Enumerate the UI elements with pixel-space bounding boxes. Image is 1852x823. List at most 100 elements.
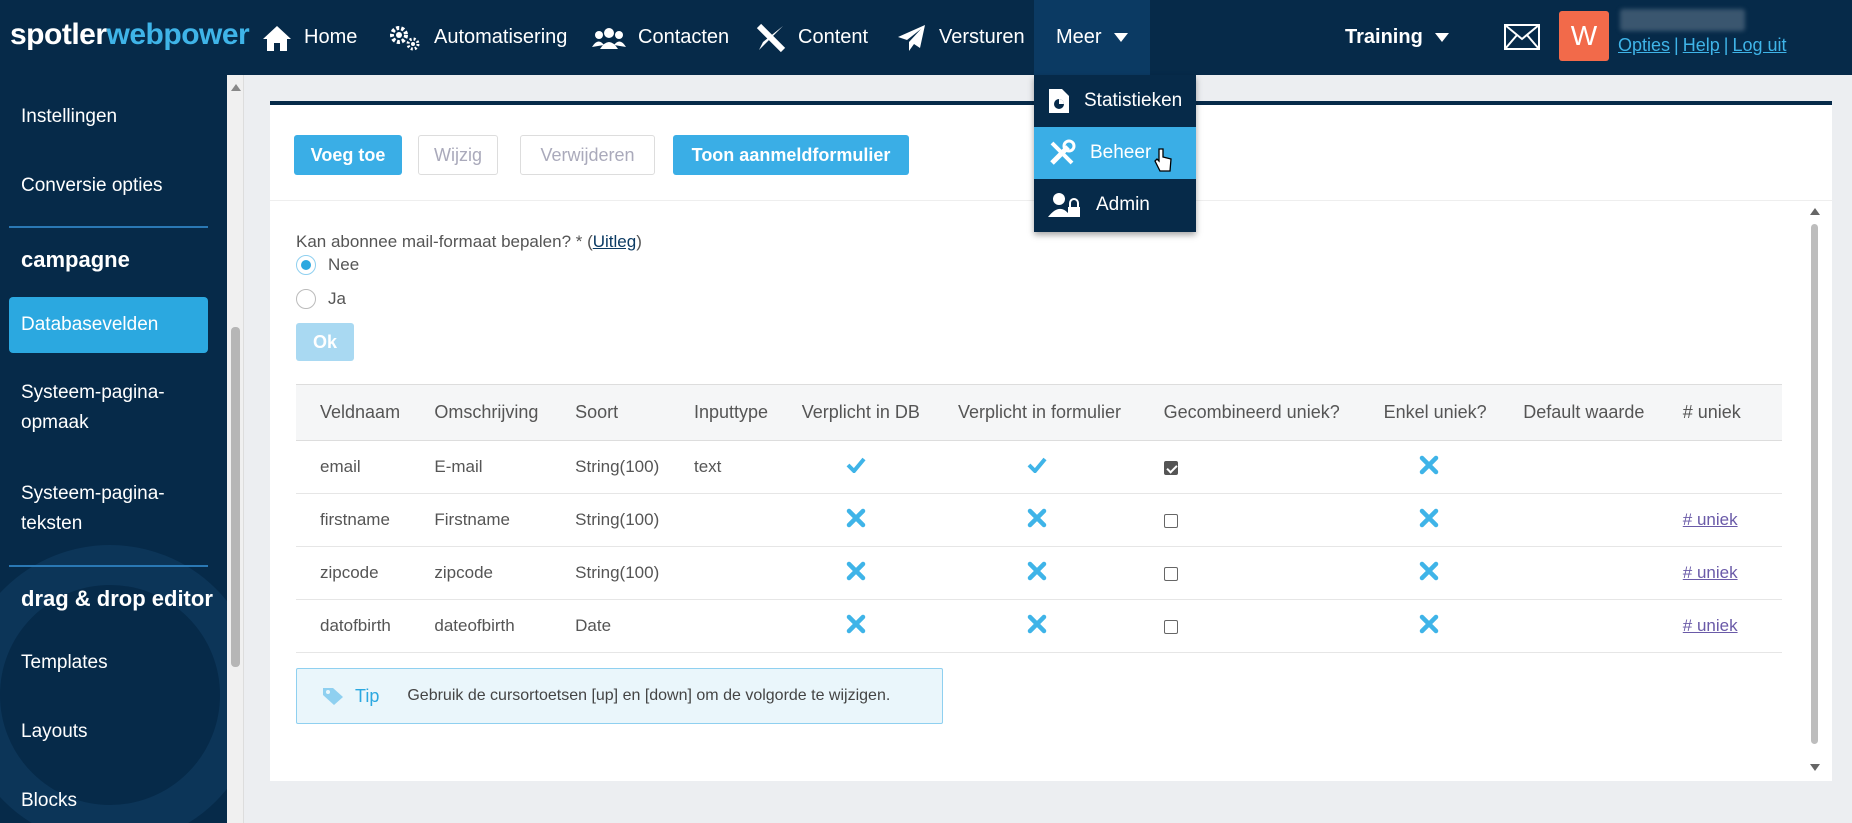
- wijzig-button[interactable]: Wijzig: [418, 135, 498, 175]
- tools-icon: [1050, 139, 1076, 165]
- uniek-link[interactable]: # uniek: [1683, 616, 1738, 635]
- sidebar-item-conversie[interactable]: Conversie opties: [21, 171, 163, 201]
- menu-item-admin[interactable]: Admin: [1034, 179, 1196, 231]
- gecombineerd-checkbox[interactable]: [1163, 619, 1178, 634]
- col-inputtype[interactable]: Inputtype: [669, 384, 778, 441]
- gecombineerd-checkbox[interactable]: [1163, 460, 1178, 475]
- sidebar-divider: [9, 226, 208, 228]
- menu-item-statistieken[interactable]: Statistieken: [1034, 75, 1196, 127]
- gears-icon: [390, 25, 420, 50]
- scroll-up-arrow-icon[interactable]: [1810, 208, 1820, 215]
- col-gecombineerd[interactable]: Gecombineerd uniek?: [1139, 384, 1360, 441]
- cross-icon: [1027, 614, 1047, 633]
- sidebar-item-templates[interactable]: Templates: [21, 648, 108, 678]
- cell-verplicht-db: [777, 546, 934, 600]
- col-default[interactable]: Default waarde: [1499, 384, 1659, 441]
- sidebar-item-systeem-teksten[interactable]: Systeem-pagina- teksten: [21, 479, 165, 539]
- cell-veldnaam: email: [296, 440, 411, 494]
- scrollbar-thumb[interactable]: [1811, 224, 1818, 744]
- ok-button[interactable]: Ok: [296, 323, 354, 361]
- nav-home[interactable]: Home: [262, 0, 357, 75]
- cell-omschrijving: zipcode: [410, 546, 552, 600]
- menu-item-beheer[interactable]: Beheer: [1034, 127, 1196, 179]
- cell-enkel: [1359, 493, 1500, 547]
- mail-icon[interactable]: [1504, 24, 1540, 50]
- hand-cursor-icon: [1154, 148, 1172, 172]
- cell-default: [1499, 440, 1659, 494]
- nav-meer[interactable]: Meer: [1034, 0, 1150, 75]
- spotler-webpower-logo[interactable]: spotlerwebpower: [10, 18, 250, 52]
- avatar[interactable]: W: [1559, 11, 1609, 61]
- help-link[interactable]: Help: [1683, 35, 1720, 55]
- nav-content[interactable]: Content: [756, 0, 868, 75]
- cell-enkel: [1359, 546, 1500, 600]
- nav-training[interactable]: Training: [1345, 0, 1449, 75]
- col-enkel[interactable]: Enkel uniek?: [1359, 384, 1500, 441]
- cell-soort: String(100): [551, 493, 670, 547]
- content-scrollbar[interactable]: [1808, 202, 1822, 778]
- col-uniek[interactable]: # uniek: [1658, 384, 1782, 441]
- cross-icon: [1420, 614, 1439, 633]
- col-verplicht-form[interactable]: Verplicht in formulier: [933, 384, 1140, 441]
- table-row[interactable]: firstname Firstname String(100) # uniek: [296, 493, 1782, 547]
- cell-omschrijving: dateofbirth: [410, 599, 552, 653]
- cell-enkel: [1359, 440, 1500, 494]
- report-icon: [1049, 89, 1069, 113]
- voeg-toe-button[interactable]: Voeg toe: [294, 135, 402, 175]
- toon-aanmeldformulier-button[interactable]: Toon aanmeldformulier: [673, 135, 909, 175]
- col-veldnaam[interactable]: Veldnaam: [296, 384, 411, 441]
- sidebar-item-systeem-opmaak[interactable]: Systeem-pagina- opmaak: [21, 378, 165, 438]
- logout-link[interactable]: Log uit: [1732, 35, 1786, 55]
- checkmark-icon: [1027, 457, 1047, 474]
- sidebar-item-layouts[interactable]: Layouts: [21, 717, 88, 747]
- cell-omschrijving: Firstname: [410, 493, 552, 547]
- cell-uniek: # uniek: [1658, 546, 1782, 600]
- sidebar-scrollbar[interactable]: [227, 75, 244, 823]
- uniek-link[interactable]: # uniek: [1683, 563, 1738, 582]
- top-navigation-bar: spotlerwebpower Home Automatisering Cont…: [0, 0, 1852, 75]
- sidebar-heading-dnd: drag & drop editor: [21, 586, 213, 611]
- logo-part-spotler: spotler: [10, 18, 107, 51]
- table-row[interactable]: zipcode zipcode String(100) # uniek: [296, 546, 1782, 600]
- scroll-down-arrow-icon[interactable]: [1810, 764, 1820, 771]
- cell-soort: Date: [551, 599, 670, 653]
- menu-item-label: Admin: [1096, 194, 1150, 215]
- gecombineerd-checkbox[interactable]: [1163, 566, 1178, 581]
- radio-nee[interactable]: Nee: [296, 255, 359, 275]
- paper-plane-icon: [898, 24, 925, 51]
- uitleg-link[interactable]: Uitleg: [593, 232, 636, 251]
- opties-link[interactable]: Opties: [1618, 35, 1670, 55]
- meer-dropdown-menu: Statistieken Beheer Admin: [1034, 75, 1196, 232]
- table-row[interactable]: email E-mail String(100) text: [296, 440, 1782, 494]
- cell-verplicht-db: [777, 493, 934, 547]
- nav-contacten[interactable]: Contacten: [592, 0, 729, 75]
- cross-icon: [1027, 508, 1047, 527]
- table-row[interactable]: datofbirth dateofbirth Date # uniek: [296, 599, 1782, 653]
- col-soort[interactable]: Soort: [551, 384, 670, 441]
- col-omschrijving[interactable]: Omschrijving: [410, 384, 552, 441]
- uniek-link[interactable]: # uniek: [1683, 510, 1738, 529]
- sidebar-item-blocks[interactable]: Blocks: [21, 786, 77, 816]
- nav-automatisering[interactable]: Automatisering: [388, 0, 567, 75]
- menu-item-label: Beheer: [1090, 142, 1152, 163]
- radio-button-selected[interactable]: [296, 255, 316, 275]
- nav-automatisering-label: Automatisering: [434, 26, 568, 48]
- cross-icon: [846, 614, 866, 633]
- cell-gecombineerd: [1139, 546, 1360, 600]
- table-header-row: Veldnaam Omschrijving Soort Inputtype Ve…: [296, 384, 1782, 441]
- radio-ja[interactable]: Ja: [296, 289, 346, 309]
- gecombineerd-checkbox[interactable]: [1163, 513, 1178, 528]
- cell-soort: String(100): [551, 440, 670, 494]
- sidebar-item-instellingen[interactable]: Instellingen: [21, 102, 117, 132]
- verwijderen-button[interactable]: Verwijderen: [520, 135, 655, 175]
- col-verplicht-db[interactable]: Verplicht in DB: [777, 384, 934, 441]
- radio-button[interactable]: [296, 289, 316, 309]
- cross-icon: [1420, 455, 1439, 474]
- cell-uniek: # uniek: [1658, 599, 1782, 653]
- cell-gecombineerd: [1139, 599, 1360, 653]
- cell-default: [1499, 493, 1659, 547]
- cell-inputtype: [669, 493, 778, 547]
- scroll-up-arrow-icon[interactable]: [231, 84, 241, 91]
- nav-versturen[interactable]: Versturen: [897, 0, 1025, 75]
- scrollbar-thumb[interactable]: [231, 327, 240, 667]
